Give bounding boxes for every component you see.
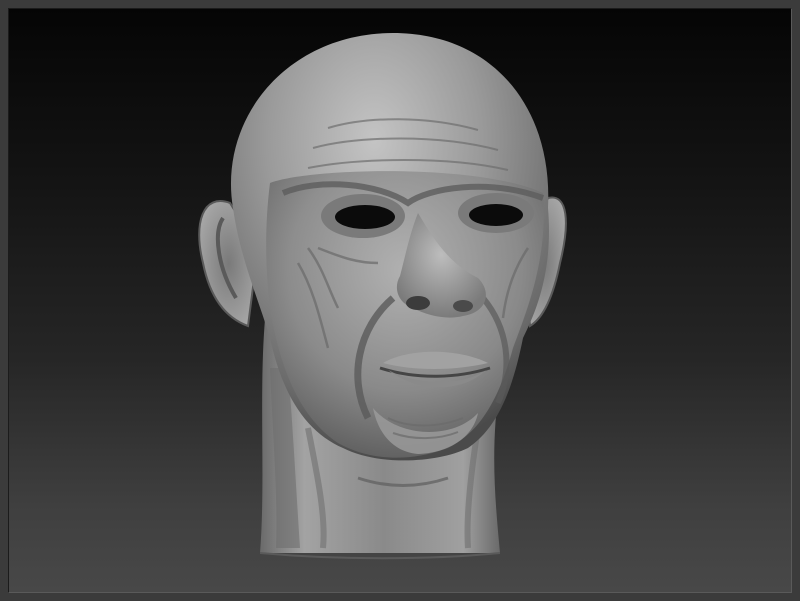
- head-sculpt: [198, 33, 567, 560]
- left-nostril: [406, 296, 430, 310]
- left-eye: [335, 205, 395, 229]
- right-nostril: [453, 300, 473, 312]
- right-eye: [469, 204, 523, 226]
- sculpt-viewport[interactable]: [8, 8, 792, 593]
- neck-base: [259, 552, 501, 560]
